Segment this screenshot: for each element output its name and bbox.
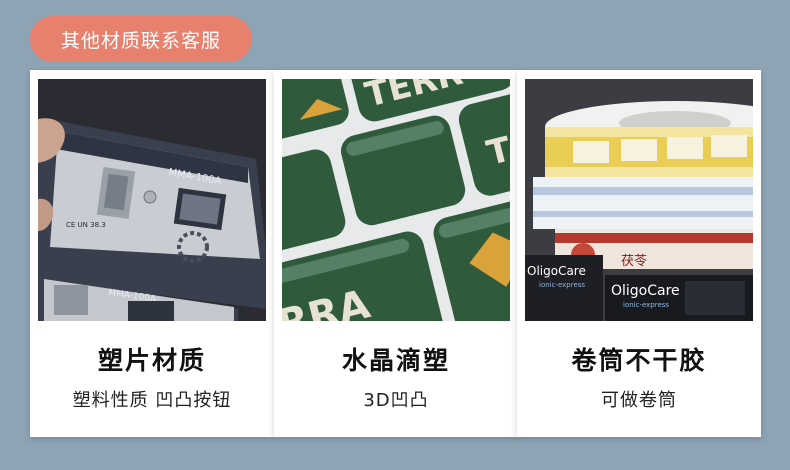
label-chinese-text: 茯苓 [621,254,647,269]
card-crystal-epoxy[interactable]: TERR T RRA RA 水晶滴塑 3D凹凸 [274,70,518,437]
crystal-epoxy-photo: TERR T RRA RA [282,79,510,321]
card-title: 塑片材质 [97,346,206,375]
brand-a-text: OligoCare [527,264,586,278]
brand-b-sub: ionic-express [623,301,669,309]
pill-label: 其他材质联系客服 [60,29,221,52]
roll-sticker-photo: 茯苓 OligoCare ionic-express OligoCare ion… [525,79,753,321]
card-subtitle: 塑料性质 凹凸按钮 [72,390,232,411]
card-plastic-sheet[interactable]: MMA-100A CE UN 38.3 MMA-100A 塑片材质 塑料性质 凹… [30,70,274,437]
brand-a-sub: ionic-express [539,281,585,289]
contact-service-pill[interactable]: 其他材质联系客服 [30,16,252,62]
plastic-sheet-photo: MMA-100A CE UN 38.3 MMA-100A [38,79,266,321]
card-title: 水晶滴塑 [341,346,450,375]
brand-b-text: OligoCare [611,283,680,299]
card-roll-sticker[interactable]: 茯苓 OligoCare ionic-express OligoCare ion… [517,70,761,437]
card-title: 卷筒不干胶 [571,346,707,375]
card-subtitle: 3D凹凸 [363,390,429,411]
card-subtitle: 可做卷筒 [601,390,677,411]
panel-marks-text: CE UN 38.3 [66,221,106,229]
